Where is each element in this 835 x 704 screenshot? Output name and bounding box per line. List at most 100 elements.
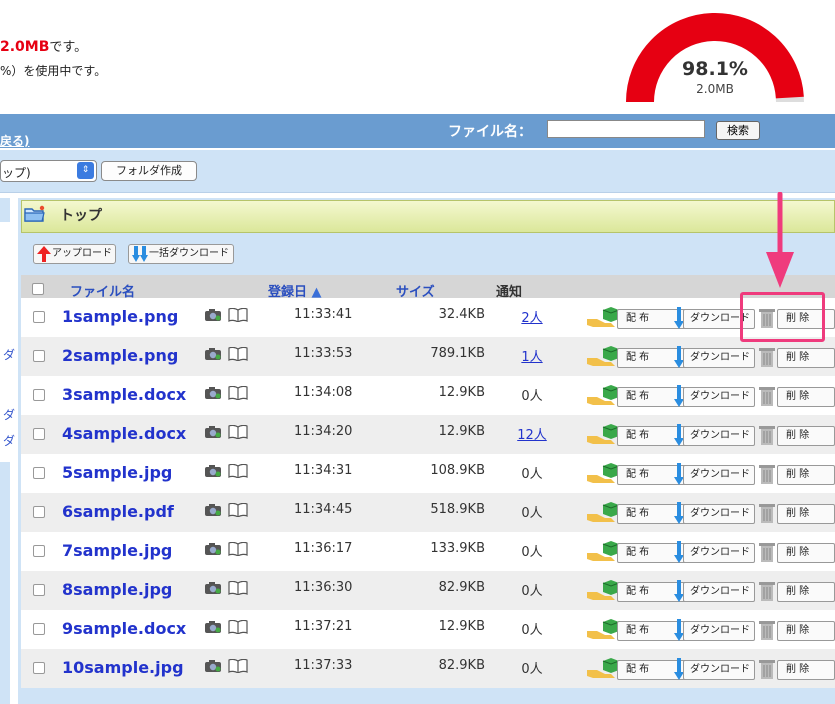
usage-suffix: です。 — [49, 40, 88, 55]
preview-camera-icon[interactable] — [204, 503, 222, 517]
download-button[interactable]: ダウンロード — [683, 504, 755, 524]
preview-camera-icon[interactable] — [204, 308, 222, 322]
view-book-icon[interactable] — [228, 464, 248, 478]
create-folder-button[interactable]: フォルダ作成 — [101, 161, 197, 181]
distribute-hand-icon[interactable] — [587, 463, 619, 485]
delete-button[interactable]: 削 除 — [777, 660, 835, 680]
trash-icon[interactable] — [758, 463, 776, 485]
download-button[interactable]: ダウンロード — [683, 582, 755, 602]
row-checkbox[interactable] — [33, 662, 45, 674]
delete-button[interactable]: 削 除 — [777, 465, 835, 485]
select-arrows-icon[interactable]: ⇕ — [77, 162, 94, 179]
view-book-icon[interactable] — [228, 542, 248, 556]
view-book-icon[interactable] — [228, 503, 248, 517]
download-button[interactable]: ダウンロード — [683, 348, 755, 368]
trash-icon[interactable] — [758, 619, 776, 641]
folder-title: トップ — [60, 208, 102, 224]
row-checkbox[interactable] — [33, 623, 45, 635]
download-button[interactable]: ダウンロード — [683, 621, 755, 641]
notify-count[interactable]: 12人 — [512, 424, 552, 443]
usage-percent-text: %）を使用中です。 — [0, 64, 107, 78]
view-book-icon[interactable] — [228, 425, 248, 439]
preview-camera-icon[interactable] — [204, 464, 222, 478]
upload-button[interactable]: アップロード — [33, 244, 116, 264]
download-button[interactable]: ダウンロード — [683, 387, 755, 407]
download-button[interactable]: ダウンロード — [683, 660, 755, 680]
preview-camera-icon[interactable] — [204, 659, 222, 673]
distribute-hand-icon[interactable] — [587, 424, 619, 446]
row-checkbox[interactable] — [33, 584, 45, 596]
sidebar-item-fragment[interactable]: ダ — [3, 406, 15, 423]
row-checkbox[interactable] — [33, 311, 45, 323]
view-book-icon[interactable] — [228, 347, 248, 361]
notify-count[interactable]: 1人 — [512, 346, 552, 365]
distribute-hand-icon[interactable] — [587, 346, 619, 368]
search-button[interactable]: 検索 — [716, 121, 760, 140]
trash-icon[interactable] — [758, 502, 776, 524]
select-all-checkbox[interactable] — [32, 283, 44, 295]
file-name-link[interactable]: 6sample.pdf — [62, 502, 174, 521]
distribute-hand-icon[interactable] — [587, 502, 619, 524]
trash-icon[interactable] — [758, 346, 776, 368]
folder-select-value: ップ) — [2, 166, 31, 180]
bulk-download-button[interactable]: 一括ダウンロード — [128, 244, 234, 264]
download-button[interactable]: ダウンロード — [683, 426, 755, 446]
view-book-icon[interactable] — [228, 620, 248, 634]
preview-camera-icon[interactable] — [204, 386, 222, 400]
trash-icon[interactable] — [758, 658, 776, 680]
row-checkbox[interactable] — [33, 467, 45, 479]
view-book-icon[interactable] — [228, 659, 248, 673]
file-time: 11:33:53 — [294, 346, 353, 361]
trash-icon[interactable] — [758, 424, 776, 446]
distribute-hand-icon[interactable] — [587, 580, 619, 602]
row-checkbox[interactable] — [33, 545, 45, 557]
distribute-hand-icon[interactable] — [587, 541, 619, 563]
table-row: 9sample.docx 11:37:21 12.9KB 0人配 布ダウンロード削 除 — [21, 610, 835, 649]
search-bar — [0, 114, 835, 148]
view-book-icon[interactable] — [228, 386, 248, 400]
download-button[interactable]: ダウンロード — [683, 465, 755, 485]
sidebar-item-fragment[interactable]: ダ — [3, 432, 15, 449]
trash-icon[interactable] — [758, 580, 776, 602]
file-name-link[interactable]: 5sample.jpg — [62, 463, 172, 482]
file-name-link[interactable]: 1sample.png — [62, 307, 178, 326]
view-book-icon[interactable] — [228, 308, 248, 322]
filename-search-input[interactable] — [547, 120, 705, 138]
distribute-hand-icon[interactable] — [587, 619, 619, 641]
row-checkbox[interactable] — [33, 350, 45, 362]
back-link[interactable]: 戻る) — [0, 132, 30, 149]
delete-button[interactable]: 削 除 — [777, 387, 835, 407]
file-name-link[interactable]: 4sample.docx — [62, 424, 186, 443]
preview-camera-icon[interactable] — [204, 425, 222, 439]
file-time: 11:34:08 — [294, 385, 353, 400]
trash-icon[interactable] — [758, 385, 776, 407]
file-name-link[interactable]: 8sample.jpg — [62, 580, 172, 599]
file-name-link[interactable]: 2sample.png — [62, 346, 178, 365]
preview-camera-icon[interactable] — [204, 542, 222, 556]
sidebar-item-fragment[interactable]: ダ — [3, 346, 15, 363]
distribute-hand-icon[interactable] — [587, 385, 619, 407]
folder-header — [21, 200, 835, 233]
delete-button[interactable]: 削 除 — [777, 426, 835, 446]
delete-button[interactable]: 削 除 — [777, 621, 835, 641]
distribute-hand-icon[interactable] — [587, 658, 619, 680]
preview-camera-icon[interactable] — [204, 620, 222, 634]
delete-button[interactable]: 削 除 — [777, 348, 835, 368]
download-button[interactable]: ダウンロード — [683, 543, 755, 563]
trash-icon[interactable] — [758, 541, 776, 563]
file-name-link[interactable]: 7sample.jpg — [62, 541, 172, 560]
preview-camera-icon[interactable] — [204, 347, 222, 361]
file-name-link[interactable]: 9sample.docx — [62, 619, 186, 638]
file-name-link[interactable]: 3sample.docx — [62, 385, 186, 404]
row-checkbox[interactable] — [33, 389, 45, 401]
row-checkbox[interactable] — [33, 506, 45, 518]
file-name-link[interactable]: 10sample.jpg — [62, 658, 184, 677]
delete-button[interactable]: 削 除 — [777, 543, 835, 563]
distribute-hand-icon[interactable] — [587, 307, 619, 329]
notify-count[interactable]: 2人 — [512, 307, 552, 326]
view-book-icon[interactable] — [228, 581, 248, 595]
row-checkbox[interactable] — [33, 428, 45, 440]
preview-camera-icon[interactable] — [204, 581, 222, 595]
delete-button[interactable]: 削 除 — [777, 582, 835, 602]
delete-button[interactable]: 削 除 — [777, 504, 835, 524]
